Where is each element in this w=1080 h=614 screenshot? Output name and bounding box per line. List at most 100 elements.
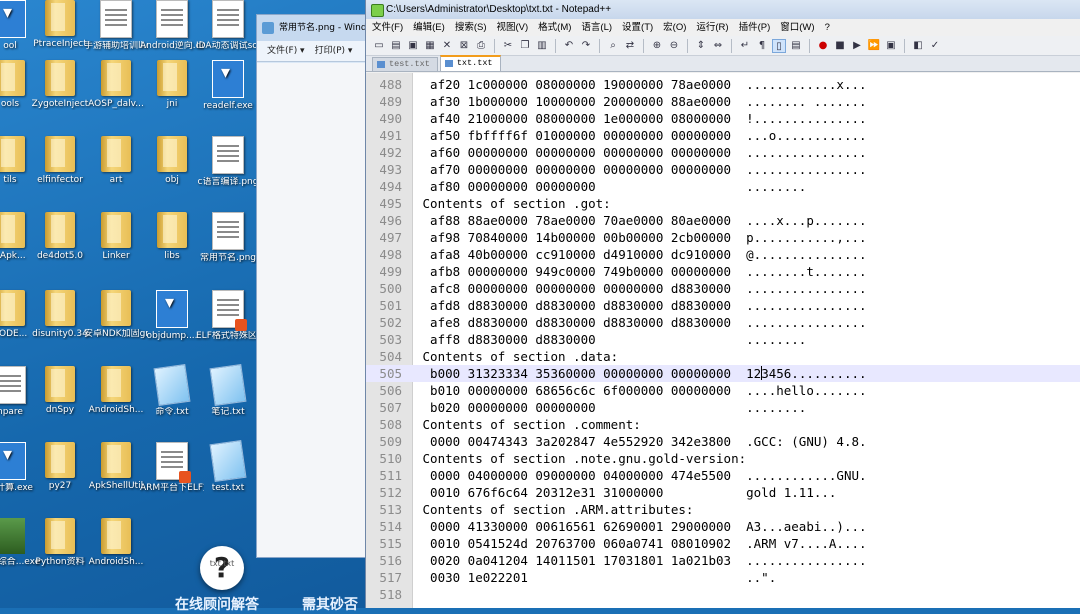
editor-line[interactable]: 496 af88 88ae0000 78ae0000 70ae0000 80ae… xyxy=(366,212,1080,229)
zoom-out-icon[interactable]: ⊖ xyxy=(667,39,681,53)
menu-item[interactable]: 运行(R) xyxy=(696,19,728,36)
photo-viewer-window[interactable]: 常用节名.png - Windows 照片查看器 文件(F) ▾ 打印(P) ▾ xyxy=(256,14,368,558)
desktop-icon-file[interactable]: 手游辅助培训ll.docx xyxy=(84,0,148,52)
editor-line[interactable]: 501 afd8 d8830000 d8830000 d8830000 d883… xyxy=(366,297,1080,314)
editor-line[interactable]: 513 Contents of section .ARM.attributes: xyxy=(366,501,1080,518)
word-wrap-icon[interactable]: ↵ xyxy=(738,39,752,53)
editor-line[interactable]: 505 b000 31323334 35360000 00000000 0000… xyxy=(366,365,1080,382)
menu-item[interactable]: 文件(F) xyxy=(372,19,403,36)
menu-item[interactable]: 插件(P) xyxy=(739,19,771,36)
desktop-icon-folder[interactable]: Python资料 xyxy=(28,518,92,568)
desktop-icon-folder[interactable]: AndroidSh... xyxy=(84,366,148,416)
desktop-icon-txt[interactable]: test.txt xyxy=(196,439,260,494)
editor-line[interactable]: 515 0010 0541524d 20763700 060a0741 0801… xyxy=(366,535,1080,552)
desktop-icon-pdf[interactable]: ARM平台下ELF文件反... xyxy=(140,442,204,494)
editor-line[interactable]: 514 0000 41330000 00616561 62690001 2900… xyxy=(366,518,1080,535)
file-tab[interactable]: test.txt xyxy=(372,57,438,71)
zoom-in-icon[interactable]: ⊕ xyxy=(650,39,664,53)
plugin-icon[interactable]: ◧ xyxy=(911,39,925,53)
menu-item[interactable]: 搜索(S) xyxy=(455,19,487,36)
save-icon[interactable]: ▣ xyxy=(406,39,420,53)
editor-line[interactable]: 508 Contents of section .comment: xyxy=(366,416,1080,433)
desktop-icon-folder[interactable]: ZygoteInject xyxy=(28,60,92,110)
editor-line[interactable]: 493 af70 00000000 00000000 00000000 0000… xyxy=(366,161,1080,178)
desktop-icon-pdf[interactable]: ELF格式特殊区段讲解.pdf xyxy=(196,290,260,342)
desktop-icon-file[interactable]: Android逆向.docx xyxy=(140,0,204,52)
editor-line[interactable]: 504 Contents of section .data: xyxy=(366,348,1080,365)
help-bubble-icon[interactable]: ? xyxy=(200,546,244,590)
menu-item[interactable]: 窗口(W) xyxy=(780,19,814,36)
open-file-icon[interactable]: ▤ xyxy=(389,39,403,53)
copy-icon[interactable]: ❐ xyxy=(518,39,532,53)
run-macro-multiple-icon[interactable]: ⏩ xyxy=(867,39,881,53)
record-macro-icon[interactable]: ● xyxy=(816,39,830,53)
replace-icon[interactable]: ⇄ xyxy=(623,39,637,53)
sync-horizontal-icon[interactable]: ⇔ xyxy=(711,39,725,53)
editor-line[interactable]: 497 af98 70840000 14b00000 00b00000 2cb0… xyxy=(366,229,1080,246)
desktop-icon-file[interactable]: 常用节名.png xyxy=(196,212,260,264)
desktop-icon-exe[interactable]: readelf.exe xyxy=(196,60,260,112)
editor-line[interactable]: 494 af80 00000000 00000000 ........ xyxy=(366,178,1080,195)
desktop-icon-folder[interactable]: art xyxy=(84,136,148,186)
editor-line[interactable]: 506 b010 00000000 68656c6c 6f000000 0000… xyxy=(366,382,1080,399)
menu-item[interactable]: ? xyxy=(825,19,830,36)
photo-viewer-menu-file[interactable]: 文件(F) ▾ xyxy=(267,41,305,61)
desktop-icon-folder[interactable]: obj xyxy=(140,136,204,186)
desktop-icon-folder[interactable]: jni xyxy=(140,60,204,110)
desktop-icon-folder[interactable]: PtraceInject xyxy=(28,0,92,50)
close-icon[interactable]: ✕ xyxy=(440,39,454,53)
stop-macro-icon[interactable]: ■ xyxy=(833,39,847,53)
editor-line[interactable]: 510 Contents of section .note.gnu.gold-v… xyxy=(366,450,1080,467)
desktop-icon-folder[interactable]: Linker xyxy=(84,212,148,262)
editor-line[interactable]: 502 afe8 d8830000 d8830000 d8830000 d883… xyxy=(366,314,1080,331)
desktop-icon-folder[interactable]: py27 xyxy=(28,442,92,492)
menu-item[interactable]: 语言(L) xyxy=(581,19,612,36)
redo-icon[interactable]: ↷ xyxy=(579,39,593,53)
desktop-icon-file[interactable]: c语言编译.png xyxy=(196,136,260,188)
close-all-icon[interactable]: ⊠ xyxy=(457,39,471,53)
desktop-icon-folder[interactable]: 安卓NDK加固gradle... xyxy=(84,290,148,340)
menu-item[interactable]: 设置(T) xyxy=(622,19,653,36)
desktop-icon-folder[interactable]: de4dot5.0 xyxy=(28,212,92,262)
desktop-icon-folder[interactable]: AndroidSh... xyxy=(84,518,148,568)
notepadpp-window[interactable]: C:\Users\Administrator\Desktop\txt.txt -… xyxy=(365,0,1080,608)
save-macro-icon[interactable]: ▣ xyxy=(884,39,898,53)
desktop-icon-folder[interactable]: AOSP_dalv... xyxy=(84,60,148,110)
print-icon[interactable]: ⎙ xyxy=(474,39,488,53)
editor-line[interactable]: 517 0030 1e022201 ..". xyxy=(366,569,1080,586)
desktop-icon-folder[interactable]: libs xyxy=(140,212,204,262)
menu-item[interactable]: 视图(V) xyxy=(496,19,528,36)
play-macro-icon[interactable]: ▶ xyxy=(850,39,864,53)
editor-line[interactable]: 491 af50 fbffff6f 01000000 00000000 0000… xyxy=(366,127,1080,144)
editor-line[interactable]: 509 0000 00474343 3a202847 4e552920 342e… xyxy=(366,433,1080,450)
desktop-icon-file[interactable]: IDA动态调试so完全秘... xyxy=(196,0,260,52)
editor-line[interactable]: 503 aff8 d8830000 d8830000 ........ xyxy=(366,331,1080,348)
new-file-icon[interactable]: ▭ xyxy=(372,39,386,53)
editor-line[interactable]: 500 afc8 00000000 00000000 00000000 d883… xyxy=(366,280,1080,297)
editor-line[interactable]: 516 0020 0a041204 14011501 17031801 1a02… xyxy=(366,552,1080,569)
menu-item[interactable]: 宏(O) xyxy=(663,19,686,36)
photo-viewer-menu-print[interactable]: 打印(P) ▾ xyxy=(315,41,353,61)
find-icon[interactable]: ⌕ xyxy=(606,39,620,53)
show-all-chars-icon[interactable]: ¶ xyxy=(755,39,769,53)
editor-line[interactable]: 518 xyxy=(366,586,1080,603)
desktop-icon-exe[interactable]: objdump.... xyxy=(140,290,204,342)
desktop-icon-folder[interactable]: dnSpy xyxy=(28,366,92,416)
menu-item[interactable]: 编辑(E) xyxy=(413,19,445,36)
sync-vertical-icon[interactable]: ⇕ xyxy=(694,39,708,53)
editor-line[interactable]: 499 afb8 00000000 949c0000 749b0000 0000… xyxy=(366,263,1080,280)
file-tab[interactable]: txt.txt xyxy=(439,55,501,71)
editor-line[interactable]: 498 afa8 40b00000 cc910000 d4910000 dc91… xyxy=(366,246,1080,263)
desktop-icon-folder[interactable]: ApkShellUtil xyxy=(84,442,148,492)
editor-line[interactable]: 488 af20 1c000000 08000000 19000000 78ae… xyxy=(366,76,1080,93)
desktop-icon-txt[interactable]: 命令.txt xyxy=(140,363,204,418)
doc-map-icon[interactable]: ▤ xyxy=(789,39,803,53)
editor-line[interactable]: 507 b020 00000000 00000000 ........ xyxy=(366,399,1080,416)
editor-line[interactable]: 511 0000 04000000 09000000 04000000 474e… xyxy=(366,467,1080,484)
editor-line[interactable]: 495 Contents of section .got: xyxy=(366,195,1080,212)
editor-line[interactable]: 492 af60 00000000 00000000 00000000 0000… xyxy=(366,144,1080,161)
cut-icon[interactable]: ✂ xyxy=(501,39,515,53)
editor-line[interactable]: 490 af40 21000000 08000000 1e000000 0800… xyxy=(366,110,1080,127)
indent-guide-icon[interactable]: ▯ xyxy=(772,38,786,53)
spellcheck-icon[interactable]: ✓ xyxy=(928,39,942,53)
